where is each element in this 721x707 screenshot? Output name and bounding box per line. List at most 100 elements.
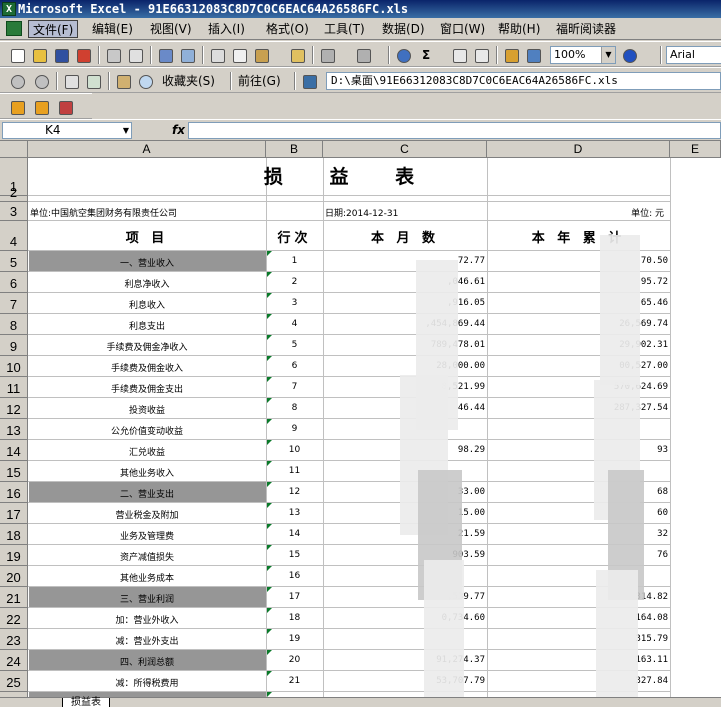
row-header[interactable]: 22 [0,608,28,629]
line-item-label: 加：营业外收入 [115,616,179,626]
select-all-corner[interactable] [0,141,28,158]
row-header[interactable]: 4 [0,221,28,251]
row-header[interactable]: 3 [0,202,28,221]
row-header[interactable]: 15 [0,461,28,482]
row-header[interactable]: 9 [0,335,28,356]
row-header[interactable]: 16 [0,482,28,503]
column-header-a[interactable]: A [28,141,266,158]
column-header-e[interactable]: E [670,141,721,158]
foxit-create-pdf-icon[interactable] [8,98,26,116]
format-painter-icon[interactable] [288,46,306,64]
menu-edit[interactable]: 编辑(E) [88,20,137,38]
row-header[interactable]: 20 [0,566,28,587]
column-header-c[interactable]: C [323,141,487,158]
chart-wizard-icon[interactable] [502,46,520,64]
row-header[interactable]: 24 [0,650,28,671]
goto-menu[interactable]: 前往(G) [238,72,281,90]
print-icon[interactable] [104,46,122,64]
formula-bar: K4 ▼ fx [0,119,721,141]
formula-input[interactable] [188,122,721,139]
worksheet-grid[interactable]: A B C D E 1 2 3 4 5 6 7 8 9 10 11 12 13 14 15 16 17 18 19 20 21 22… [0,141,721,707]
row-gridline [28,418,670,419]
line-number: 11 [288,466,301,476]
row-header[interactable]: 11 [0,377,28,398]
chevron-down-icon[interactable]: ▼ [601,47,615,63]
name-box[interactable]: K4 ▼ [2,122,132,139]
sort-descending-icon[interactable] [472,46,490,64]
line-item-label: 业务及管理费 [119,532,174,542]
menu-file[interactable]: 文件(F) [28,20,79,38]
foxit-email-pdf-icon[interactable] [56,98,74,116]
row-header[interactable]: 19 [0,545,28,566]
excel-app-icon[interactable] [2,1,16,18]
menu-insert[interactable]: 插入(I) [204,20,249,38]
hyperlink-icon[interactable] [394,46,412,64]
row-header[interactable]: 17 [0,503,28,524]
row-header[interactable]: 25 [0,671,28,692]
help-icon[interactable] [620,46,638,64]
column-header-d[interactable]: D [487,141,670,158]
row-header[interactable]: 13 [0,419,28,440]
menu-format[interactable]: 格式(O) [262,20,313,38]
redaction-mask [424,560,464,706]
insert-function-icon[interactable]: fx [172,122,185,139]
zoom-select[interactable]: 100% ▼ [550,46,616,64]
sheet-tab-income-statement[interactable]: 损益表 [62,698,110,707]
open-icon[interactable] [30,46,48,64]
row-header[interactable]: 7 [0,293,28,314]
new-icon[interactable] [8,46,26,64]
menu-help[interactable]: 帮助(H) [494,20,544,38]
column-header-b[interactable]: B [266,141,323,158]
row-header[interactable]: 18 [0,524,28,545]
home-icon[interactable] [114,72,132,90]
permission-icon[interactable] [74,46,92,64]
excel-window: Microsoft Excel - 91E66312083C8D7C0C6EAC… [0,0,721,707]
search-web-icon[interactable] [136,72,154,90]
refresh-icon[interactable] [84,72,102,90]
drawing-icon[interactable] [524,46,542,64]
row-gridline [28,523,670,524]
spelling-icon[interactable] [156,46,174,64]
sort-ascending-icon[interactable] [450,46,468,64]
year-amount: 287,327.54 [613,403,668,413]
row-header[interactable]: 10 [0,356,28,377]
row-gridline [28,565,670,566]
line-item-label: 利息净收入 [124,280,170,290]
row-gridline [28,397,670,398]
font-select[interactable]: Arial [666,46,721,64]
row-header[interactable]: 12 [0,398,28,419]
cut-icon[interactable] [208,46,226,64]
year-amount: 163.11 [635,655,668,665]
paste-icon[interactable] [252,46,270,64]
menu-view[interactable]: 视图(V) [146,20,196,38]
row-gridline [28,220,670,221]
forward-icon[interactable] [32,72,50,90]
copy-icon[interactable] [230,46,248,64]
chevron-down-icon[interactable]: ▼ [123,123,129,138]
menu-foxit-reader[interactable]: 福昕阅读器 [552,20,620,38]
row-number: 6 [9,276,18,291]
redo-icon[interactable] [354,46,372,64]
row-header[interactable]: 23 [0,629,28,650]
address-field[interactable]: D:\桌面\91E66312083C8D7C0C6EAC64A26586FC.x… [326,72,721,90]
row-header[interactable]: 21 [0,587,28,608]
stop-icon[interactable] [62,72,80,90]
back-icon[interactable] [8,72,26,90]
research-icon[interactable] [178,46,196,64]
line-number: 7 [291,382,298,392]
print-preview-icon[interactable] [126,46,144,64]
menu-window[interactable]: 窗口(W) [436,20,489,38]
row-header[interactable]: 5 [0,251,28,272]
autosum-button[interactable]: Σ [422,46,430,64]
favorites-menu[interactable]: 收藏夹(S) [162,72,215,90]
menu-data[interactable]: 数据(D) [378,20,429,38]
save-icon[interactable] [52,46,70,64]
row-header[interactable]: 6 [0,272,28,293]
undo-icon[interactable] [318,46,336,64]
document-icon[interactable] [6,21,22,36]
row-header[interactable]: 14 [0,440,28,461]
foxit-settings-icon[interactable] [32,98,50,116]
show-only-web-toolbar-icon[interactable] [300,72,318,90]
row-header[interactable]: 8 [0,314,28,335]
menu-tools[interactable]: 工具(T) [320,20,369,38]
